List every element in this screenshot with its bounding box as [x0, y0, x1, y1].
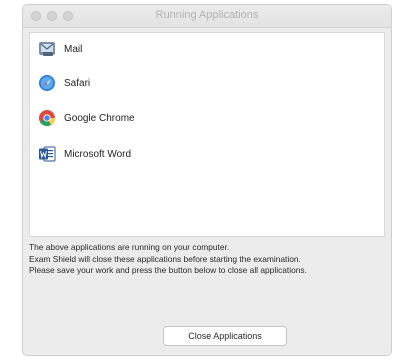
message-line-1: The above applications are running on yo… — [29, 242, 230, 252]
app-label-safari: Safari — [64, 77, 91, 89]
chrome-icon — [39, 110, 55, 126]
running-applications-window: Running Applications Mail Safari Google … — [22, 4, 392, 356]
running-apps-list: Mail Safari Google Chrome Microsoft Word — [29, 32, 385, 237]
message-line-3: Please save your work and press the butt… — [29, 265, 307, 275]
list-item-safari: Safari — [38, 73, 90, 93]
mail-icon — [39, 42, 55, 56]
close-applications-button[interactable]: Close Applications — [163, 326, 287, 346]
safari-icon — [39, 75, 55, 91]
title-bar: Running Applications — [23, 5, 391, 28]
info-message: The above applications are running on yo… — [29, 242, 389, 277]
message-line-2: Exam Shield will close these application… — [29, 253, 301, 264]
app-label-mail: Mail — [64, 43, 83, 55]
word-icon — [39, 146, 56, 162]
list-item-google-chrome: Google Chrome — [38, 108, 135, 128]
list-item-microsoft-word: Microsoft Word — [38, 144, 131, 164]
window-title: Running Applications — [155, 9, 259, 21]
list-item-mail: Mail — [38, 39, 82, 59]
app-label-google-chrome: Google Chrome — [64, 112, 135, 124]
app-label-microsoft-word: Microsoft Word — [64, 148, 132, 160]
